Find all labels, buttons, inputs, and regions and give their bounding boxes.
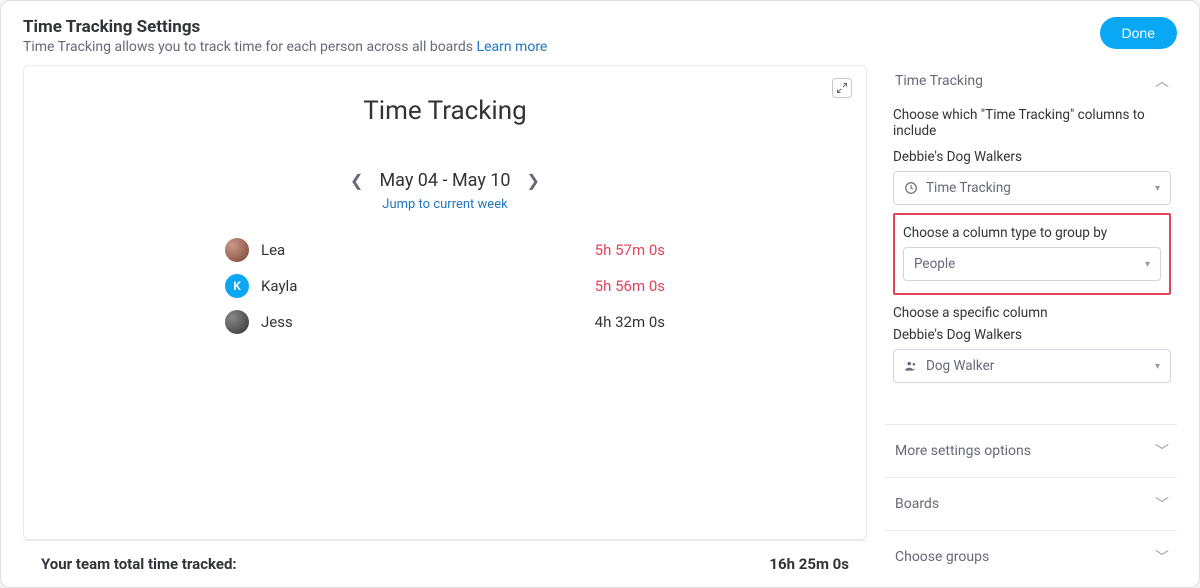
section-header-choose-groups[interactable]: Choose groups ﹀ — [891, 541, 1173, 573]
specific-column-label: Choose a specific column — [893, 305, 1171, 321]
time-tracking-column-select[interactable]: Time Tracking ▾ — [893, 171, 1171, 205]
group-by-label: Choose a column type to group by — [903, 225, 1161, 241]
done-button[interactable]: Done — [1100, 17, 1177, 49]
dropdown-caret-icon: ▾ — [1155, 183, 1160, 194]
section-body: Choose which "Time Tracking" columns to … — [891, 97, 1173, 383]
total-label: Your team total time tracked: — [41, 555, 237, 573]
dropdown-caret-icon: ▾ — [1155, 361, 1160, 372]
choose-columns-label: Choose which "Time Tracking" columns to … — [893, 107, 1171, 139]
prev-week-button[interactable]: ❮ — [350, 171, 363, 190]
section-boards: Boards ﹀ — [885, 477, 1177, 530]
chevron-down-icon: ﹀ — [1155, 494, 1169, 514]
header-text-block: Time Tracking Settings Time Tracking all… — [23, 17, 547, 55]
total-value: 16h 25m 0s — [769, 555, 849, 573]
person-name: Lea — [261, 241, 595, 259]
modal-title: Time Tracking Settings — [23, 17, 547, 37]
person-time: 5h 57m 0s — [595, 241, 665, 259]
person-row[interactable]: K Kayla 5h 56m 0s — [225, 268, 665, 304]
week-range: May 04 - May 10 — [379, 170, 510, 191]
modal-subtitle: Time Tracking allows you to track time f… — [23, 39, 547, 55]
avatar: K — [225, 274, 249, 298]
section-header-boards[interactable]: Boards ﹀ — [891, 488, 1173, 520]
select-value: People — [914, 256, 955, 272]
chevron-up-icon: ︿ — [1155, 71, 1169, 91]
week-selector: ❮ May 04 - May 10 ❯ — [24, 170, 866, 191]
people-list: Lea 5h 57m 0s K Kayla 5h 56m 0s Jess 4h … — [225, 232, 665, 340]
settings-modal: Time Tracking Settings Time Tracking all… — [0, 0, 1200, 588]
person-name: Kayla — [261, 277, 595, 295]
sidebar: Time Tracking ︿ Choose which "Time Track… — [885, 65, 1177, 587]
person-row[interactable]: Lea 5h 57m 0s — [225, 232, 665, 268]
section-title: Boards — [895, 496, 939, 512]
time-tracking-panel: Time Tracking ❮ May 04 - May 10 ❯ Jump t… — [23, 65, 867, 540]
jump-to-current-week-link[interactable]: Jump to current week — [24, 197, 866, 212]
modal-body: Time Tracking ❮ May 04 - May 10 ❯ Jump t… — [1, 65, 1199, 587]
chevron-down-icon: ﹀ — [1155, 547, 1169, 567]
select-value: Time Tracking — [926, 180, 1011, 196]
section-title: Time Tracking — [895, 73, 983, 89]
learn-more-link[interactable]: Learn more — [477, 39, 548, 55]
avatar — [225, 310, 249, 334]
board-name-label: Debbie's Dog Walkers — [893, 327, 1171, 343]
total-row: Your team total time tracked: 16h 25m 0s — [23, 540, 867, 587]
board-name-label: Debbie's Dog Walkers — [893, 149, 1171, 165]
next-week-button[interactable]: ❯ — [527, 171, 540, 190]
section-header-more-settings[interactable]: More settings options ﹀ — [891, 435, 1173, 467]
people-icon — [904, 359, 918, 373]
fullscreen-icon[interactable] — [832, 78, 852, 98]
section-header-time-tracking[interactable]: Time Tracking ︿ — [891, 65, 1173, 97]
subtitle-text: Time Tracking allows you to track time f… — [23, 39, 473, 55]
group-by-highlight: Choose a column type to group by People … — [893, 213, 1171, 295]
section-choose-groups: Choose groups ﹀ — [885, 530, 1177, 587]
specific-column-select[interactable]: Dog Walker ▾ — [893, 349, 1171, 383]
section-title: More settings options — [895, 443, 1031, 459]
group-by-select[interactable]: People ▾ — [903, 247, 1161, 281]
person-name: Jess — [261, 313, 595, 331]
clock-icon — [904, 181, 918, 195]
chevron-down-icon: ﹀ — [1155, 441, 1169, 461]
section-time-tracking: Time Tracking ︿ Choose which "Time Track… — [885, 65, 1177, 397]
person-time: 4h 32m 0s — [595, 313, 665, 331]
avatar — [225, 238, 249, 262]
select-value: Dog Walker — [926, 358, 994, 374]
panel-title: Time Tracking — [24, 96, 866, 126]
section-more-settings: More settings options ﹀ — [885, 424, 1177, 477]
person-time: 5h 56m 0s — [595, 277, 665, 295]
main-column: Time Tracking ❮ May 04 - May 10 ❯ Jump t… — [23, 65, 867, 587]
modal-header: Time Tracking Settings Time Tracking all… — [1, 1, 1199, 65]
section-title: Choose groups — [895, 549, 989, 565]
person-row[interactable]: Jess 4h 32m 0s — [225, 304, 665, 340]
dropdown-caret-icon: ▾ — [1145, 259, 1150, 270]
